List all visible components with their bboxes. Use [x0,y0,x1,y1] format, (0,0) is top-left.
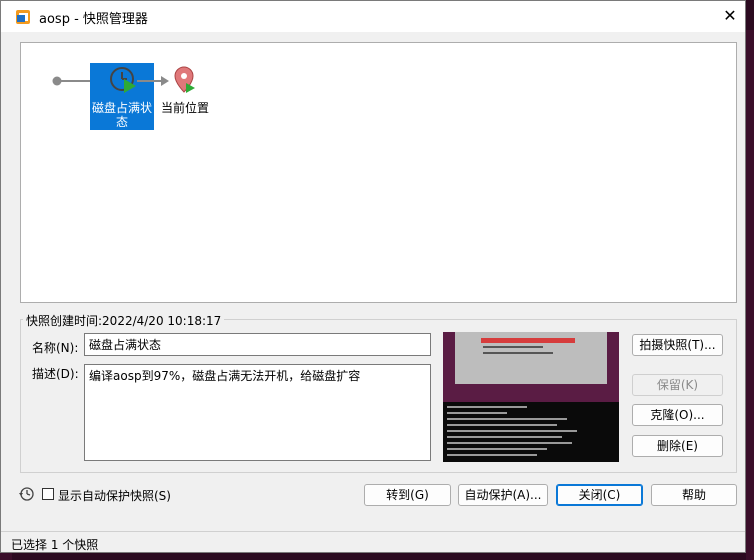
history-icon [19,487,34,501]
snapshot-label: 磁盘占满状态 [91,101,152,129]
background-window-edge [746,30,754,560]
snapshot-created-time: 快照创建时间:2022/4/20 10:18:17 [23,312,225,329]
description-label: 描述(D): [32,367,79,381]
close-icon: ✕ [723,6,737,25]
snapshot-manager-dialog: aosp - 快照管理器 ✕ 磁盘占满状态 当前位置 快照创建时间:2022/4… [0,0,746,553]
help-button[interactable]: 帮助 [651,484,737,506]
show-auto-snapshots-checkbox[interactable] [42,488,54,500]
thumbnail-screen-image [443,332,619,462]
name-label: 名称(N): [32,341,79,355]
vmware-app-icon [16,10,30,24]
name-field[interactable]: 磁盘占满状态 [84,333,431,356]
goto-button[interactable]: 转到(G) [364,484,451,506]
snapshot-thumbnail [443,332,619,462]
delete-button[interactable]: 删除(E) [632,435,723,457]
current-position-label: 当前位置 [161,101,210,115]
keep-button[interactable]: 保留(K) [632,374,723,396]
current-position-icon [137,66,195,93]
show-auto-snapshots-label: 显示自动保护快照(S) [58,489,171,503]
autoprotect-button[interactable]: 自动保护(A)... [458,484,548,506]
status-text: 已选择 1 个快照 [11,538,99,552]
close-window-button[interactable]: ✕ [715,2,745,30]
snapshot-tree[interactable]: 磁盘占满状态 当前位置 [20,42,737,303]
take-snapshot-button[interactable]: 拍摄快照(T)... [632,334,723,356]
close-button[interactable]: 关闭(C) [556,484,643,506]
status-bar: 已选择 1 个快照 [1,531,745,554]
clone-button[interactable]: 克隆(O)... [632,404,723,426]
root-node-icon [52,76,62,86]
window-title: aosp - 快照管理器 [39,12,148,27]
title-bar: aosp - 快照管理器 ✕ [1,1,745,32]
description-field[interactable]: 编译aosp到97%，磁盘占满无法开机，给磁盘扩容 [84,364,431,461]
